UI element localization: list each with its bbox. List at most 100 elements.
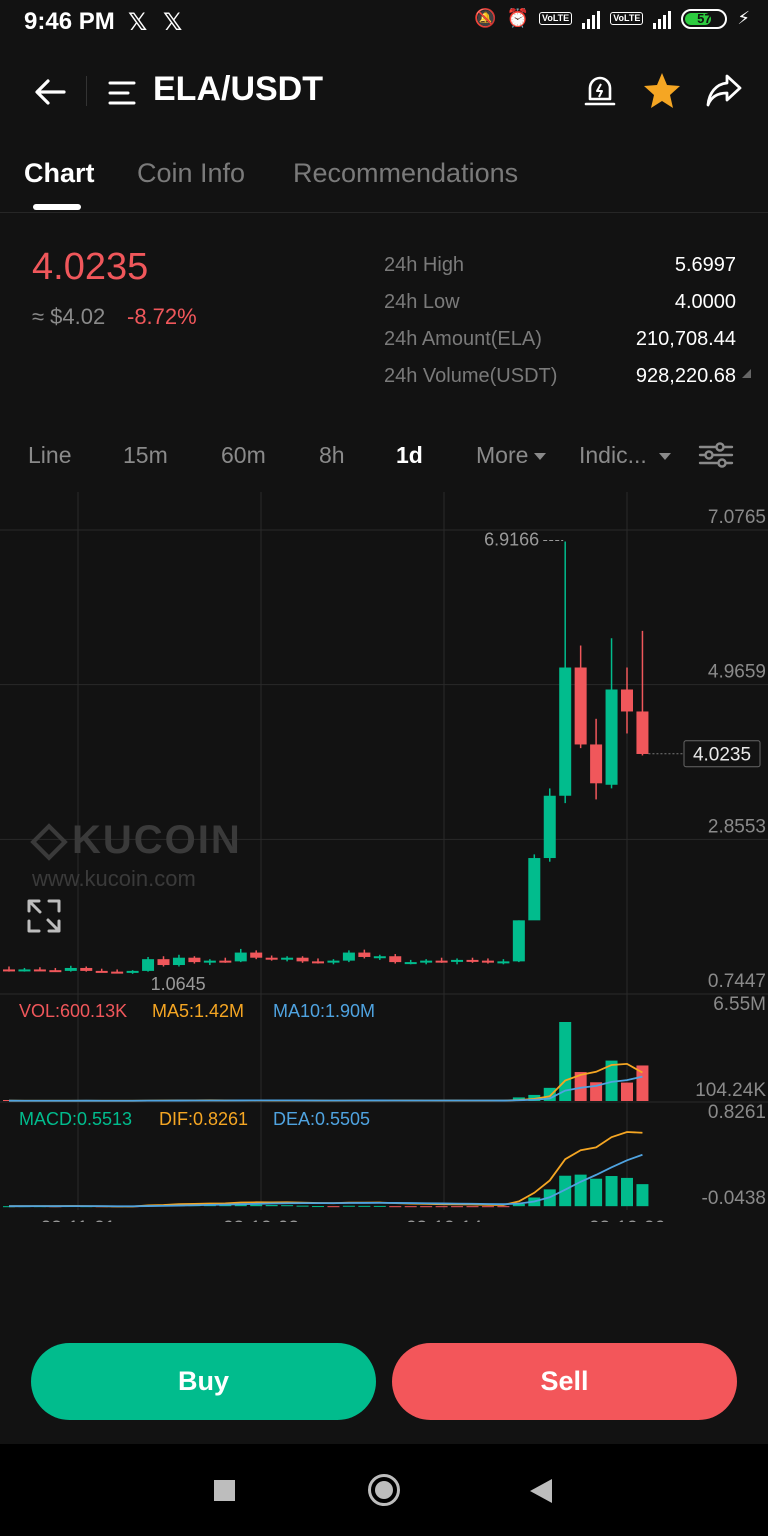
indicators-dropdown[interactable]: Indic... xyxy=(579,442,671,469)
candle-body xyxy=(111,971,124,974)
timeframe-15m[interactable]: 15m xyxy=(123,442,168,469)
x-notification-icon: 𝕏 xyxy=(163,9,183,36)
header-divider xyxy=(86,76,87,106)
timeframe-60m[interactable]: 60m xyxy=(221,442,266,469)
candle-body xyxy=(497,961,510,964)
candle-body xyxy=(142,959,155,971)
candle-body xyxy=(373,956,386,959)
macd-histogram-bar xyxy=(636,1184,649,1207)
home-icon[interactable] xyxy=(367,1473,401,1507)
macd-layer xyxy=(3,1131,649,1208)
vol-label: VOL:600.13K xyxy=(19,1001,128,1021)
candle-body xyxy=(435,960,448,963)
volte-icon: VoLTE xyxy=(539,12,573,25)
macd-histogram-bar xyxy=(342,1205,355,1207)
stat-label-high: 24h High xyxy=(384,254,465,276)
current-price-label: 4.0235 xyxy=(693,745,751,766)
price-alert-icon[interactable] xyxy=(582,72,618,108)
tab-recommendations[interactable]: Recommendations xyxy=(293,158,518,189)
candle-body xyxy=(157,959,170,966)
fullscreen-expand-icon[interactable] xyxy=(26,898,62,934)
candle-body xyxy=(590,744,603,784)
macd-label: MACD:0.5513 xyxy=(19,1109,133,1129)
pair-title[interactable]: ELA/USDT xyxy=(153,70,323,109)
tab-chart[interactable]: Chart xyxy=(24,158,95,189)
stat-value-low: 4.0000 xyxy=(674,291,736,313)
macd-histogram-bar xyxy=(312,1206,324,1208)
volume-layer xyxy=(3,1022,649,1102)
macd-histogram-bar xyxy=(451,1206,464,1208)
volume-axis-top: 6.55M xyxy=(713,994,766,1015)
candle-body xyxy=(451,959,464,962)
macd-histogram-bar xyxy=(497,1206,510,1208)
sell-button[interactable]: Sell xyxy=(392,1343,737,1420)
candle-body xyxy=(327,960,340,963)
candle-body xyxy=(466,959,479,962)
chevron-down-icon xyxy=(658,453,671,461)
stat-value-volume: 928,220.68 xyxy=(635,365,736,387)
status-bar: 9:46 PM 𝕏 𝕏 🔕 ⏰ VoLTE VoLTE 57 ⚡ xyxy=(0,0,768,46)
timeframe-1d[interactable]: 1d xyxy=(396,442,423,469)
nav-back-icon[interactable] xyxy=(528,1477,554,1505)
tab-coin-info[interactable]: Coin Info xyxy=(137,158,245,189)
candle-body xyxy=(420,960,433,963)
price-change: -8.72% xyxy=(127,304,197,329)
macd-axis-bottom: -0.0438 xyxy=(702,1188,766,1209)
kucoin-watermark-url: www.kucoin.com xyxy=(32,866,196,891)
buy-button[interactable]: Buy xyxy=(31,1343,376,1420)
candle-body xyxy=(80,967,93,971)
chart-settings-icon[interactable] xyxy=(698,440,734,470)
timeframe-line[interactable]: Line xyxy=(28,442,71,469)
favorite-star-icon[interactable] xyxy=(642,70,682,110)
last-price: 4.0235 xyxy=(32,246,149,288)
candle-body xyxy=(512,920,525,962)
dea-label: DEA:0.5505 xyxy=(273,1109,371,1129)
kucoin-logo-icon xyxy=(30,823,68,862)
volume-bar xyxy=(621,1082,633,1101)
macd-histogram-bar xyxy=(435,1206,448,1208)
date-axis-label: 23-12-03 xyxy=(223,1218,299,1222)
candle-body xyxy=(281,957,294,960)
candle-body xyxy=(296,957,309,962)
vol-ma10-label: MA10:1.90M xyxy=(273,1001,376,1021)
share-icon[interactable] xyxy=(704,70,744,110)
approx-usd: ≈ $4.02 xyxy=(32,304,106,329)
stat-label-amount: 24h Amount(ELA) xyxy=(384,328,542,350)
macd-histogram-bar xyxy=(281,1205,294,1207)
battery-icon: 57 xyxy=(681,8,728,29)
volume-toggle-icon[interactable] xyxy=(742,369,751,378)
date-axis-label: 23-12-14 xyxy=(406,1218,482,1222)
stat-value-amount: 210,708.44 xyxy=(635,328,736,350)
macd-histogram-bar xyxy=(590,1178,603,1207)
candle-body xyxy=(33,969,46,972)
stat-label-low: 24h Low xyxy=(384,291,460,313)
candle-body xyxy=(95,970,108,973)
back-icon[interactable] xyxy=(30,72,70,112)
volte-icon: VoLTE xyxy=(610,12,644,25)
candle-body xyxy=(188,957,201,963)
macd-histogram-bar xyxy=(404,1206,417,1208)
timeframe-more[interactable]: More xyxy=(476,442,547,469)
recent-apps-icon[interactable] xyxy=(214,1480,235,1501)
candle-body xyxy=(126,970,139,973)
candle-body xyxy=(543,795,556,859)
max-price-marker: 6.9166 xyxy=(484,529,539,549)
axis-labels: 7.0765 4.9659 2.8553 0.7447 4.0235 6.9166 1.06… xyxy=(41,507,767,1222)
signal-icon xyxy=(653,9,672,29)
macd-histogram-bar xyxy=(481,1206,494,1208)
price-axis-label: 0.7447 xyxy=(708,971,766,992)
macd-histogram-bar xyxy=(466,1206,479,1208)
macd-histogram-bar xyxy=(389,1206,402,1208)
candle-body xyxy=(3,969,15,972)
signal-icon xyxy=(582,9,601,29)
candle-body xyxy=(342,952,355,961)
price-axis-label: 7.0765 xyxy=(708,507,766,528)
price-axis-label: 4.9659 xyxy=(708,662,766,683)
x-notification-icon: 𝕏 xyxy=(128,9,148,36)
date-axis-label: 23-12-26 xyxy=(589,1218,665,1222)
price-axis-label: 2.8553 xyxy=(708,816,766,837)
timeframe-8h[interactable]: 8h xyxy=(319,442,345,469)
macd-histogram-bar xyxy=(265,1205,278,1207)
candle-body xyxy=(234,952,247,962)
menu-icon[interactable] xyxy=(108,80,138,106)
